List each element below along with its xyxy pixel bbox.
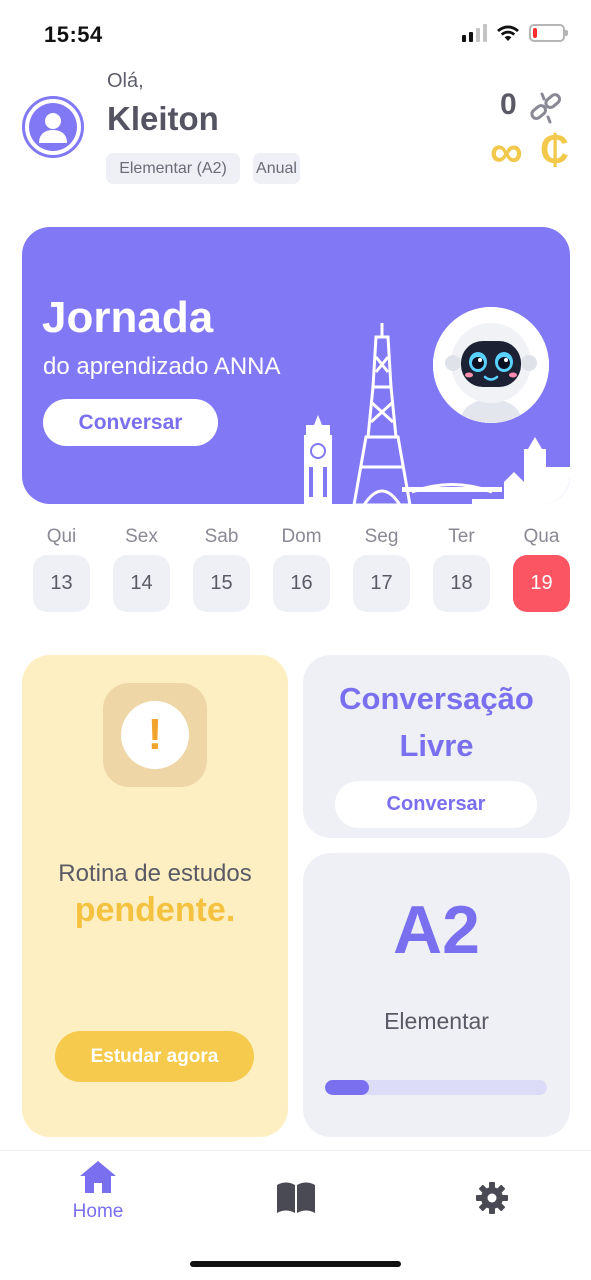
streak-count: 0 <box>500 88 517 121</box>
free-conversation-button[interactable]: Conversar <box>335 781 537 828</box>
exclamation-icon: ! <box>121 701 189 769</box>
avatar[interactable] <box>22 96 84 158</box>
day-friday[interactable]: Sex 14 <box>113 526 170 612</box>
routine-label: Rotina de estudos <box>58 860 252 887</box>
plan-badge: Anual <box>253 153 300 184</box>
gear-icon <box>476 1182 508 1214</box>
day-number: 13 <box>33 555 90 612</box>
alert-badge: ! <box>103 683 207 787</box>
day-saturday[interactable]: Sab 15 <box>193 526 250 612</box>
day-number: 14 <box>113 555 170 612</box>
banner-title: Jornada <box>42 293 214 342</box>
avatar-icon <box>29 103 77 151</box>
day-monday[interactable]: Seg 17 <box>353 526 410 612</box>
nav-settings[interactable] <box>442 1159 542 1220</box>
level-name: Elementar <box>384 1008 489 1034</box>
robot-avatar-icon <box>433 307 549 423</box>
day-name: Dom <box>281 526 322 547</box>
coin-icon: ₵ <box>540 128 569 172</box>
day-number: 16 <box>273 555 330 612</box>
day-number: 17 <box>353 555 410 612</box>
free-conversation-card: Conversação Livre Conversar <box>303 655 570 838</box>
study-now-button[interactable]: Estudar agora <box>55 1031 254 1082</box>
nav-library[interactable] <box>246 1159 346 1220</box>
level-badge: Elementar (A2) <box>106 153 240 184</box>
coins-amount: ∞ <box>490 125 523 177</box>
user-name: Kleiton <box>107 100 219 137</box>
home-icon <box>80 1161 116 1193</box>
banner-subtitle: do aprendizado ANNA <box>43 353 281 380</box>
day-number-today: 19 <box>513 555 570 612</box>
day-sunday[interactable]: Dom 16 <box>273 526 330 612</box>
battery-icon <box>529 24 568 42</box>
journey-banner[interactable]: Jornada do aprendizado ANNA Conversar <box>22 227 570 504</box>
status-bar: 15:54 <box>0 0 591 70</box>
home-indicator[interactable] <box>190 1261 401 1267</box>
day-name: Qua <box>523 526 560 547</box>
level-code: A2 <box>393 892 480 968</box>
day-name: Seg <box>364 526 399 547</box>
wifi-icon <box>497 25 519 41</box>
book-icon <box>277 1182 315 1213</box>
level-card[interactable]: A2 Elementar <box>303 853 570 1137</box>
day-name: Ter <box>448 526 475 547</box>
day-name: Sab <box>204 526 239 547</box>
big-ben-icon <box>304 415 332 504</box>
nav-home-label: Home <box>72 1201 124 1222</box>
free-conversation-title: Conversação Livre <box>339 681 534 763</box>
day-name: Qui <box>46 526 77 547</box>
day-thursday[interactable]: Qui 13 <box>33 526 90 612</box>
cellular-signal-icon <box>462 24 487 42</box>
day-tuesday[interactable]: Ter 18 <box>433 526 490 612</box>
level-progress-bar <box>325 1080 547 1095</box>
eiffel-tower-icon <box>352 323 412 504</box>
banner-chat-button[interactable]: Conversar <box>43 399 218 446</box>
routine-status: pendente. <box>74 891 236 929</box>
broken-link-icon[interactable] <box>528 91 564 125</box>
status-icons <box>462 24 568 42</box>
study-routine-card: ! Rotina de estudos pendente. Estudar ag… <box>22 655 288 1137</box>
day-number: 18 <box>433 555 490 612</box>
nav-home[interactable]: Home <box>48 1159 148 1223</box>
day-wednesday[interactable]: Qua 19 <box>513 526 570 612</box>
day-number: 15 <box>193 555 250 612</box>
status-time: 15:54 <box>44 22 103 47</box>
level-progress-fill <box>325 1080 370 1095</box>
battery-level <box>533 28 538 38</box>
day-name: Sex <box>125 526 158 547</box>
greeting-text: Olá, <box>107 70 144 92</box>
